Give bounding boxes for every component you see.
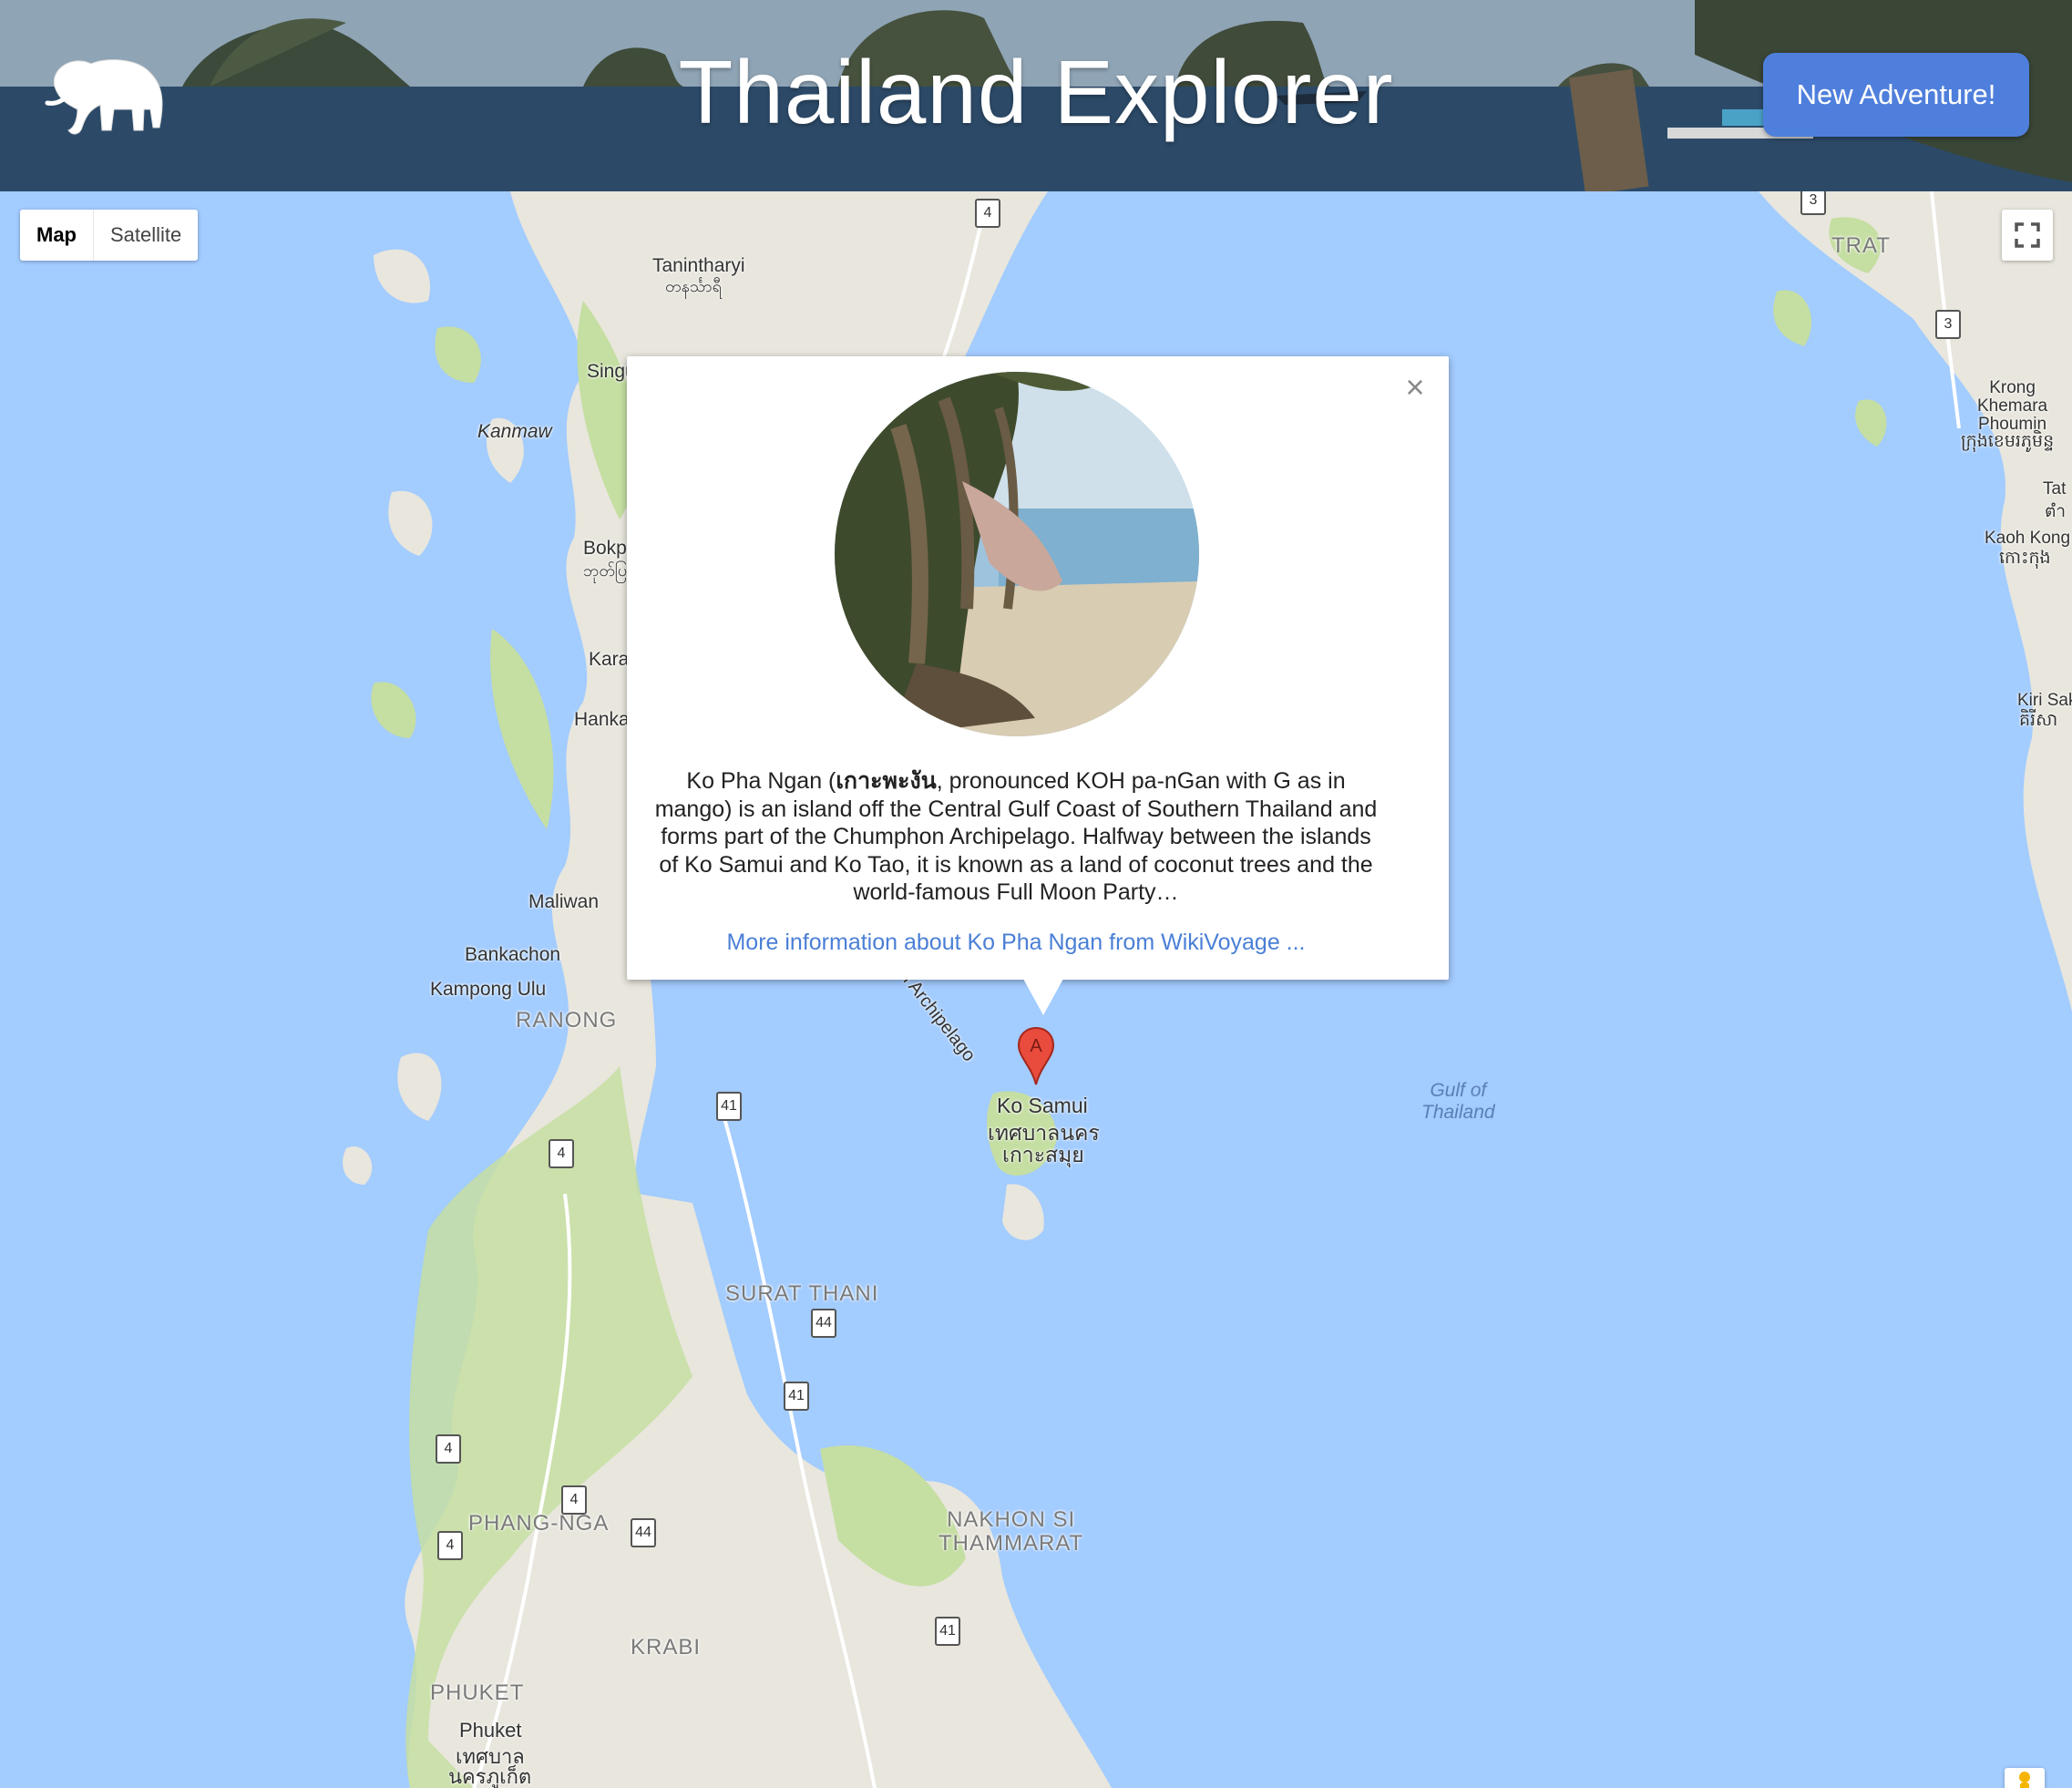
road-shield: 44	[631, 1518, 656, 1547]
map-marker-icon[interactable]: A	[1017, 1026, 1055, 1086]
map-label-kaoh-kong-khmer: កោះកុង	[1999, 549, 2051, 568]
road-shield: 44	[811, 1309, 836, 1338]
info-description-pre: Ko Pha Ngan (	[686, 768, 836, 794]
fullscreen-icon[interactable]	[2002, 210, 2053, 261]
map-label-kaoh-kong: Kaoh Kong	[1985, 529, 2071, 548]
pegman-icon[interactable]	[2005, 1768, 2045, 1788]
road-shield: 4	[436, 1434, 461, 1464]
map-label-maliwan: Maliwan	[528, 891, 600, 912]
map-label-karathuri: Kara	[589, 649, 630, 670]
map-label-kanmaw: Kanmaw	[477, 421, 552, 442]
info-window-tail	[1023, 979, 1063, 1015]
road-shield: 4	[561, 1485, 587, 1515]
road-shield: 4	[975, 199, 1000, 228]
info-description: Ko Pha Ngan (เกาะพะงัน, pronounced KOH p…	[649, 767, 1383, 907]
map-label-krabi: KRABI	[631, 1635, 702, 1660]
road-shield: 41	[784, 1382, 809, 1411]
map-label-kiri-sakor-khmer: គិរីសា	[2019, 711, 2058, 730]
info-description-thai-name: เกาะพะงัน	[836, 768, 937, 794]
map-label-tat: Tat	[2043, 479, 2067, 498]
map-label-bokpyin-burmese: ဘုတ်ပြ	[583, 561, 628, 580]
road-shield: 4	[437, 1531, 463, 1560]
map-label-phuket-region: PHUKET	[430, 1680, 525, 1705]
map-label-ranong: RANONG	[516, 1008, 618, 1033]
road-shield: 3	[1800, 191, 1826, 215]
header-banner: Thailand Explorer New Adventure!	[0, 0, 2072, 191]
map-label-krong-khemara: Krong Khemara Phoumin	[1977, 378, 2048, 434]
map-type-satellite-button[interactable]: Satellite	[93, 210, 198, 261]
map-label-bankachon: Bankachon	[465, 944, 561, 965]
map-label-tat-thai: ตำ	[2045, 502, 2067, 521]
map-label-phuket: Phuket	[459, 1719, 522, 1742]
beach-hammock-photo	[835, 372, 1199, 736]
road-shield: 4	[549, 1139, 574, 1168]
map-label-phang-nga: PHANG-NGA	[468, 1511, 610, 1536]
map-label-krong-khemara-khmer: ក្រុងខេមរភូមិន្ទ	[1961, 432, 2055, 451]
new-adventure-button[interactable]: New Adventure!	[1763, 53, 2029, 137]
map-label-ko-samui-thai-2: เกาะสมุย	[1002, 1143, 1084, 1166]
road-shield: 3	[1935, 310, 1961, 339]
map-label-kampong-ulu: Kampong Ulu	[430, 979, 547, 1000]
map-label-nakhon-si-thammarat: NAKHON SI THAMMARAT	[939, 1507, 1084, 1556]
map-label-hanka: Hanka	[574, 709, 630, 730]
map-type-control[interactable]: Map Satellite	[20, 210, 199, 261]
road-shield: 41	[716, 1092, 742, 1121]
map-label-surat-thani: SURAT THANI	[725, 1281, 879, 1306]
map-marker-label: A	[1030, 1036, 1042, 1056]
map-label-tanintharyi: Tanintharyi	[652, 255, 745, 276]
map-label-ko-samui: Ko Samui	[997, 1094, 1088, 1117]
page-title: Thailand Explorer	[678, 42, 1394, 142]
road-shield: 41	[935, 1617, 960, 1646]
map-label-kiri-sakor: Kiri Sak	[2017, 691, 2072, 710]
map-type-map-button[interactable]: Map	[20, 210, 93, 261]
wikivoyage-link[interactable]: More information about Ko Pha Ngan from …	[649, 930, 1383, 956]
map-label-tanintharyi-burmese: တနင်္သာရီ	[665, 277, 722, 295]
map-label-gulf-of-thailand: Gulf of Thailand	[1421, 1080, 1495, 1123]
map-label-trat: TRAT	[1831, 233, 1891, 258]
map-label-bokpyin: Bokp	[583, 538, 627, 559]
close-icon[interactable]: ×	[1400, 371, 1431, 404]
map-label-phuket-thai-2: นครภูเก็ต	[448, 1765, 532, 1788]
